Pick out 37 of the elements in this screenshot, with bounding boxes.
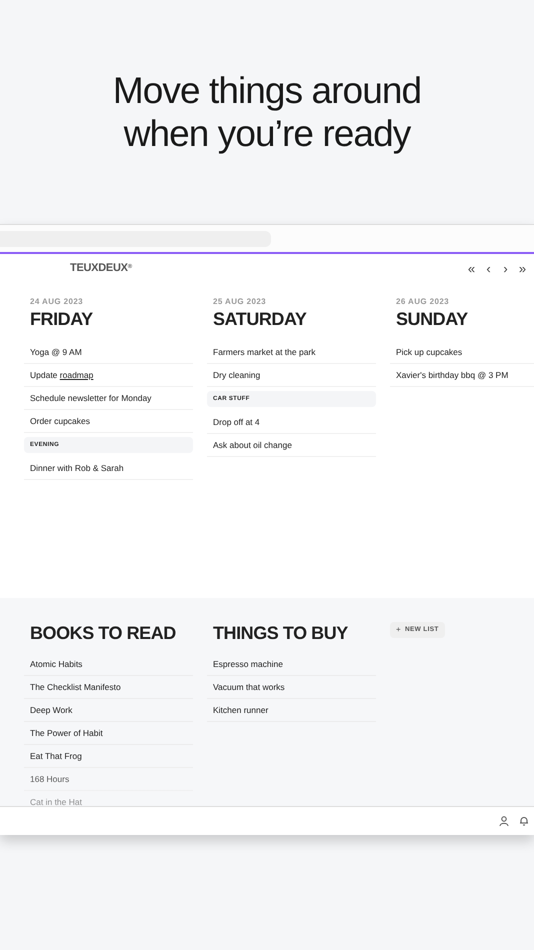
link[interactable]: roadmap (60, 370, 94, 380)
bell-icon[interactable] (518, 815, 530, 827)
list-title: THINGS TO BUY (212, 622, 349, 644)
day-name: SATURDAY (212, 308, 308, 330)
nav-button[interactable]: « (464, 262, 479, 274)
nav-button[interactable]: ‹ (481, 262, 496, 274)
task-item[interactable]: Farmers market at the park (207, 341, 376, 364)
user-icon[interactable] (498, 815, 510, 827)
task-item[interactable]: Xavier's birthday bbq @ 3 PM (390, 364, 534, 387)
list-item[interactable]: Kitchen runner (207, 699, 376, 722)
list-title: BOOKS TO READ (29, 622, 177, 644)
headline: Move things around when you’re ready (112, 69, 422, 155)
task-item[interactable]: Dinner with Rob & Sarah (24, 457, 193, 480)
task-item[interactable]: Dry cleaning (207, 364, 376, 387)
brand-logo[interactable]: TEUXDEUX$^{®}$ (70, 260, 132, 276)
task-item[interactable]: Update roadmap (24, 364, 193, 387)
list-item[interactable]: Atomic Habits (24, 653, 193, 676)
task-item[interactable]: Order cupcakes (24, 410, 193, 433)
list-item[interactable]: Deep Work (24, 699, 193, 722)
task-item[interactable]: Schedule newsletter for Monday (24, 387, 193, 410)
day-date: 24 AUG 2023 (29, 296, 84, 308)
task-item[interactable]: Drop off at 4 (207, 411, 376, 434)
day-date: 26 AUG 2023 (395, 296, 450, 308)
list-item[interactable]: Vacuum that works (207, 676, 376, 699)
day-name: SUNDAY (395, 308, 469, 330)
task-item[interactable]: Yoga @ 9 AM (24, 341, 193, 364)
task-item[interactable]: Ask about oil change (207, 434, 376, 457)
list-item[interactable]: Espresso machine (207, 653, 376, 676)
task-item[interactable]: Pick up cupcakes (390, 341, 534, 364)
nav-button[interactable]: » (515, 262, 530, 274)
list-item[interactable]: The Checklist Manifesto (24, 676, 193, 699)
day-date: 25 AUG 2023 (212, 296, 268, 308)
list-item[interactable]: 168 Hours (24, 768, 193, 791)
list-item[interactable]: The Power of Habit (24, 722, 193, 745)
list-item[interactable]: Eat That Frog (24, 745, 193, 768)
nav-button[interactable]: › (498, 262, 513, 274)
day-name: FRIDAY (29, 308, 94, 330)
